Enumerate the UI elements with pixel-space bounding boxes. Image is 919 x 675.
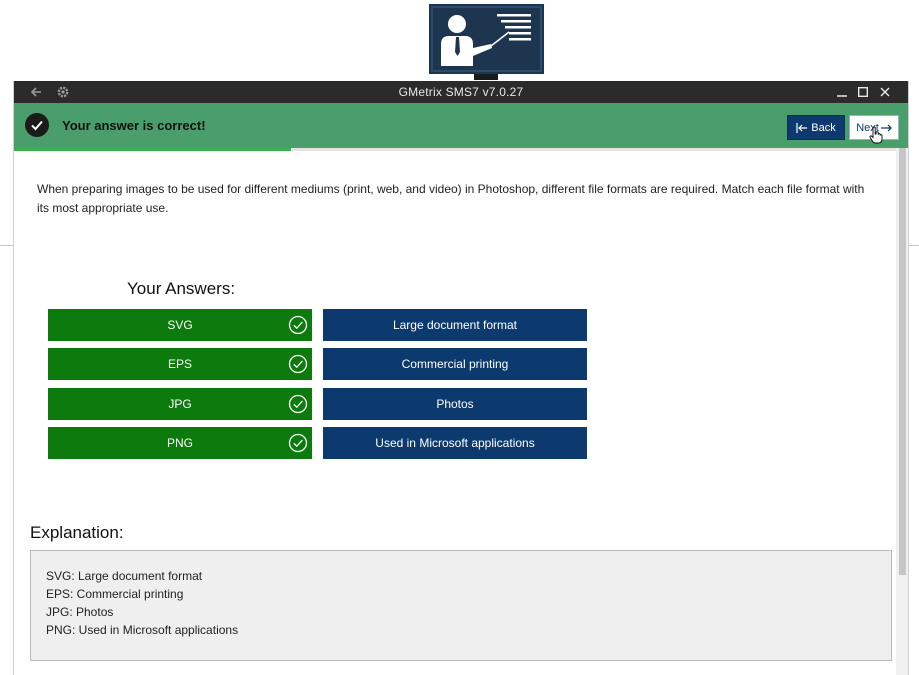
format-label: JPG — [168, 397, 192, 411]
use-tile: Large document format — [323, 309, 587, 341]
explanation-line: EPS: Commercial printing — [46, 587, 184, 601]
format-tile-svg: SVG — [48, 309, 312, 341]
use-tile: Photos — [323, 388, 587, 420]
explanation-heading: Explanation: — [30, 523, 124, 542]
answer-row: PNG Used in Microsoft applications — [48, 427, 588, 459]
check-circle-icon — [288, 315, 308, 335]
explanation-line: JPG: Photos — [46, 605, 114, 619]
answers-heading: Your Answers: — [127, 279, 236, 298]
app-window: GMetrix SMS7 v7.0.27 Your answer is corr… — [13, 81, 909, 675]
title-bar: GMetrix SMS7 v7.0.27 — [14, 81, 908, 103]
minimize-icon[interactable] — [833, 83, 851, 101]
result-message: Your answer is correct! — [62, 118, 206, 133]
format-label: EPS — [167, 357, 192, 371]
scrollbar-thumb[interactable] — [899, 148, 906, 575]
answer-row: EPS Commercial printing — [48, 348, 588, 380]
format-tile-eps: EPS — [48, 348, 312, 380]
explanation-line: SVG: Large document format — [46, 569, 203, 583]
question-text: When preparing images to be used for dif… — [37, 182, 865, 215]
vertical-scrollbar[interactable] — [896, 148, 908, 675]
back-button[interactable]: Back — [787, 115, 845, 140]
answer-row: JPG Photos — [48, 388, 588, 420]
progress-bar — [14, 148, 908, 151]
use-label: Commercial printing — [401, 357, 509, 371]
hand-pointer-icon — [869, 126, 883, 144]
background-divider-left — [0, 245, 13, 246]
window-title: GMetrix SMS7 v7.0.27 — [398, 85, 524, 99]
format-label: SVG — [167, 318, 193, 332]
format-tile-png: PNG — [48, 427, 312, 459]
close-icon[interactable] — [876, 83, 894, 101]
instructor-logo — [429, 4, 544, 80]
check-circle-icon — [288, 433, 308, 453]
back-button-label: Back — [811, 121, 836, 134]
first-arrow-icon — [796, 122, 808, 133]
use-tile: Commercial printing — [323, 348, 587, 380]
explanation-line: PNG: Used in Microsoft applications — [46, 623, 239, 637]
explanation-box: SVG: Large document format EPS: Commerci… — [30, 550, 892, 661]
check-circle-icon — [25, 113, 49, 137]
result-banner: Your answer is correct! Back Next — [14, 103, 908, 148]
check-circle-icon — [288, 394, 308, 414]
use-label: Photos — [436, 397, 474, 411]
check-circle-icon — [288, 354, 308, 374]
format-tile-jpg: JPG — [48, 388, 312, 420]
use-label: Used in Microsoft applications — [375, 436, 535, 450]
progress-fill — [14, 148, 292, 151]
answer-row: SVG Large document format — [48, 309, 588, 341]
use-label: Large document format — [392, 318, 518, 332]
maximize-icon[interactable] — [854, 83, 872, 101]
use-tile: Used in Microsoft applications — [323, 427, 587, 459]
format-label: PNG — [166, 436, 193, 450]
